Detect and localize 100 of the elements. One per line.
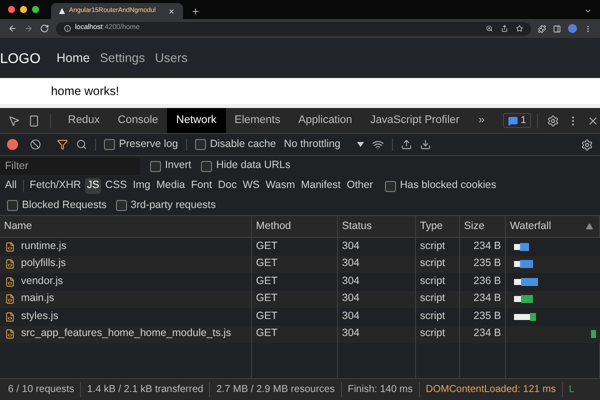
type-filter-button[interactable]: Manifest <box>299 178 343 194</box>
share-icon[interactable] <box>501 25 508 32</box>
export-icon[interactable] <box>420 139 431 150</box>
nav-link[interactable]: Settings <box>100 48 145 68</box>
new-tab-icon[interactable] <box>191 7 200 16</box>
type-filter-button[interactable]: Doc <box>216 178 239 194</box>
column-header[interactable]: Type <box>416 216 460 237</box>
script-file-icon <box>5 259 15 270</box>
throttling-dropdown[interactable]: No throttling <box>284 136 364 152</box>
checkbox[interactable] <box>194 139 206 150</box>
table-cell-text: script <box>420 291 446 306</box>
forward-icon[interactable] <box>24 24 33 33</box>
request-name[interactable]: runtime.js <box>21 238 67 255</box>
waterfall-bar-drawing <box>514 294 535 304</box>
checkbox[interactable] <box>150 160 161 172</box>
checkbox-label: Blocked Requests <box>22 198 107 213</box>
request-name[interactable]: main.js <box>21 291 54 308</box>
checkbox-label: Invert <box>165 158 192 174</box>
request-name[interactable]: styles.js <box>21 308 58 325</box>
nav-link[interactable]: Home <box>56 48 90 68</box>
info-icon <box>64 25 71 32</box>
bookmark-star-icon[interactable] <box>516 25 523 32</box>
checkbox[interactable] <box>384 180 396 192</box>
request-name[interactable]: vendor.js <box>21 274 64 290</box>
nav-link[interactable]: Users <box>154 48 188 68</box>
type-filter-button[interactable]: Wasm <box>264 178 297 194</box>
filter-icon[interactable] <box>57 139 68 150</box>
status-text: DOMContentLoaded: 121 ms <box>420 382 563 397</box>
zoom-icon[interactable] <box>486 25 493 32</box>
type-filter-button[interactable]: All <box>3 178 19 194</box>
waterfall-bar-drawing <box>591 329 596 340</box>
checkbox-label: Preserve log <box>119 136 178 152</box>
more-tabs-button[interactable]: » <box>478 112 485 129</box>
dropdown-arrow-icon <box>356 142 364 147</box>
extensions-icon[interactable] <box>538 24 546 32</box>
devtools-tab[interactable]: Elements <box>226 108 290 133</box>
settings-icon[interactable] <box>547 114 560 126</box>
table-cell-text: 235 B <box>474 256 501 272</box>
issues-badge[interactable]: 1 <box>502 113 532 128</box>
table-cell-text: 304 <box>342 326 360 342</box>
type-filter-button[interactable]: Img <box>130 178 152 194</box>
side-panel-icon[interactable] <box>553 24 561 32</box>
network-conditions-icon[interactable] <box>372 138 384 150</box>
table-cell-text: 304 <box>342 274 360 289</box>
device-toolbar-icon[interactable] <box>28 114 40 126</box>
checkbox[interactable] <box>116 200 127 211</box>
table-cell-text: 236 B <box>474 274 501 289</box>
type-filter-button[interactable]: Fetch/XHR <box>28 178 84 194</box>
request-name[interactable]: src_app_features_home_home_module_ts.js <box>21 326 232 342</box>
table-cell-text: GET <box>256 308 278 324</box>
type-filter-button[interactable]: JS <box>85 178 102 194</box>
close-icon[interactable] <box>587 114 600 126</box>
devtools-tab[interactable]: Application <box>289 108 362 133</box>
type-filter-button[interactable]: WS <box>240 178 262 194</box>
column-header[interactable]: Method <box>252 216 338 237</box>
status-text: Finish: 140 ms <box>342 382 420 397</box>
devtools-tab[interactable]: Redux <box>59 108 109 133</box>
request-name[interactable]: polyfills.js <box>21 256 66 272</box>
table-cell-text: script <box>420 256 446 272</box>
waterfall-bar-drawing <box>514 242 531 252</box>
column-header[interactable]: Name <box>0 216 252 237</box>
profile-avatar-icon[interactable] <box>568 24 577 33</box>
type-filter-button[interactable]: Other <box>344 178 375 194</box>
column-header[interactable]: Size <box>460 216 506 237</box>
type-filter-button[interactable]: CSS <box>103 178 129 194</box>
clear-icon[interactable] <box>30 139 41 150</box>
checkbox[interactable] <box>201 160 212 172</box>
back-icon[interactable] <box>8 24 17 33</box>
logo-text: LOGO <box>0 48 40 68</box>
search-icon[interactable] <box>76 139 87 150</box>
checkbox[interactable] <box>7 200 18 211</box>
devtools-tab[interactable]: Network <box>167 108 226 133</box>
table-cell-text: 304 <box>342 238 360 254</box>
inspect-icon[interactable] <box>8 114 20 126</box>
reload-icon[interactable] <box>40 24 49 33</box>
script-file-icon <box>5 329 15 340</box>
sort-triangle-icon <box>586 223 593 230</box>
checkbox[interactable] <box>104 139 115 150</box>
table-cell-text: GET <box>256 256 278 272</box>
devtools-tab[interactable]: Console <box>108 108 168 133</box>
type-filter-button[interactable]: Media <box>154 178 188 194</box>
table-cell-text: 304 <box>342 291 360 306</box>
column-header[interactable]: Status <box>338 216 416 237</box>
chevron-down-icon[interactable] <box>584 7 592 15</box>
column-header[interactable]: Waterfall <box>506 216 600 237</box>
record-button[interactable] <box>7 139 18 150</box>
status-text: 1.4 kB / 2.1 kB transferred <box>81 382 210 397</box>
checkbox-label: Has blocked cookies <box>400 178 496 194</box>
filter-input[interactable]: Filter <box>0 158 140 174</box>
tab-close-icon[interactable] <box>168 8 175 14</box>
table-cell-text: 304 <box>342 308 360 324</box>
checkbox-label: 3rd-party requests <box>130 198 216 213</box>
import-icon[interactable] <box>400 139 412 150</box>
devtools-tab[interactable]: JavaScript Profiler <box>361 108 468 133</box>
waterfall-bar-drawing <box>514 276 541 287</box>
table-cell-text: script <box>420 308 446 324</box>
message-icon <box>508 116 518 126</box>
table-cell-text: script <box>420 238 446 254</box>
type-filter-button[interactable]: Font <box>189 178 214 194</box>
network-settings-icon[interactable] <box>581 138 593 150</box>
